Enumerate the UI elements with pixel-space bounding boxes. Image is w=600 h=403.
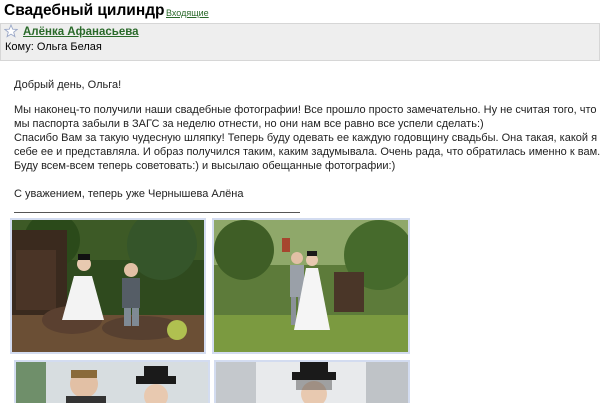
wedding-photo-2[interactable] [212, 218, 410, 354]
body-line: себе ее и представляла. И образ получилс… [14, 146, 600, 158]
wedding-photo-1[interactable] [10, 218, 206, 354]
body-line: мы паспорта забыли в ЗАГС за неделю отне… [14, 118, 484, 130]
body-line: Мы наконец-то получили наши свадебные фо… [14, 104, 597, 116]
wedding-photo-3[interactable] [14, 360, 210, 403]
message-subject: Свадебный цилиндр [4, 2, 165, 19]
wedding-photo-4[interactable] [214, 360, 410, 403]
email-view: Свадебный цилиндр Входящие Алёнка Афанас… [0, 0, 600, 403]
recipient-line: Кому: Ольга Белая [5, 41, 102, 53]
star-outline-icon[interactable] [3, 23, 19, 38]
signature-divider [14, 212, 300, 213]
subject-bar: Свадебный цилиндр Входящие [0, 0, 600, 24]
body-line: Спасибо Вам за такую чудесную шляпку! Те… [14, 132, 598, 144]
message-header: Алёнка Афанасьева Кому: Ольга Белая [0, 23, 600, 61]
folder-link-inbox[interactable]: Входящие [166, 8, 209, 18]
signature: С уважением, теперь уже Чернышева Алёна [14, 188, 244, 200]
sender-name-link[interactable]: Алёнка Афанасьева [23, 26, 139, 38]
body-line: Буду всем-всем теперь советовать:) и выс… [14, 160, 396, 172]
greeting: Добрый день, Ольга! [14, 79, 122, 91]
